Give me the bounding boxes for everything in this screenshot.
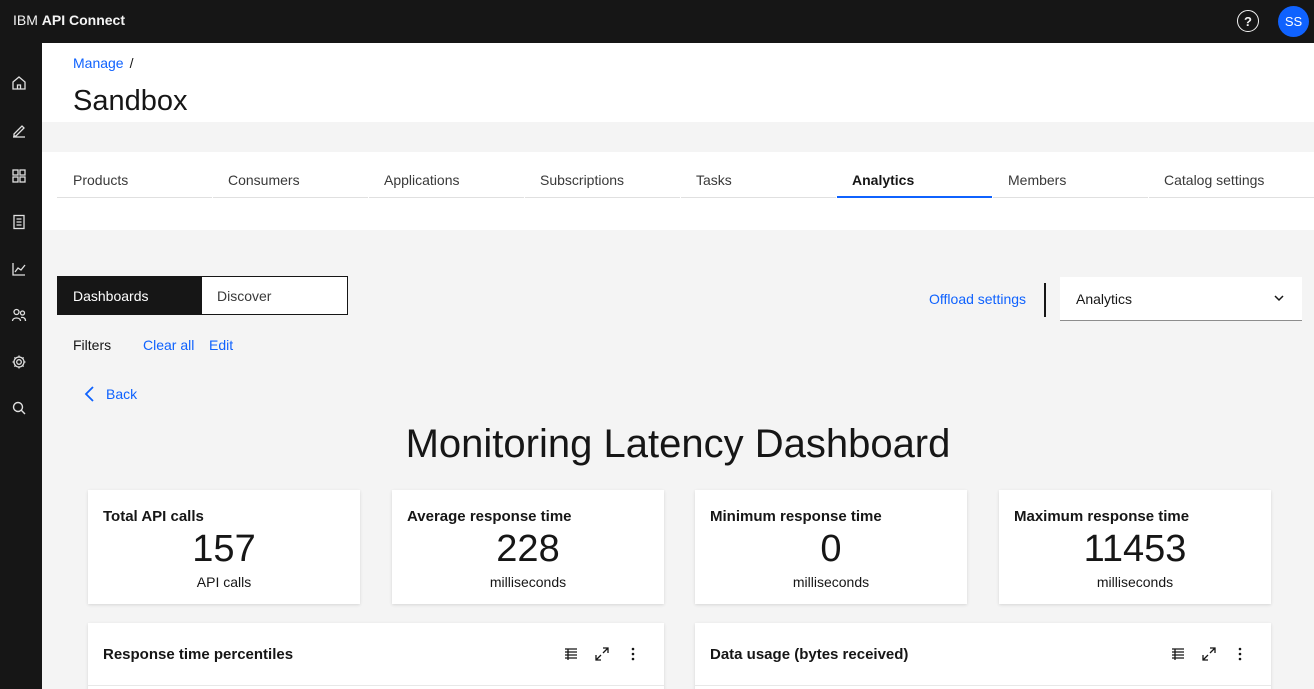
divider xyxy=(1044,283,1046,317)
tab-applications[interactable]: Applications xyxy=(369,152,524,198)
panel-data-usage: Data usage (bytes received) xyxy=(695,623,1271,689)
card-title: Average response time xyxy=(407,508,572,525)
maximize-icon[interactable] xyxy=(594,646,610,662)
tab-label: Tasks xyxy=(696,172,732,188)
users-icon[interactable] xyxy=(10,306,28,324)
service-dropdown[interactable]: Analytics xyxy=(1060,277,1302,321)
card-value: 228 xyxy=(496,528,560,570)
grid-icon[interactable] xyxy=(10,167,28,185)
edit-icon[interactable] xyxy=(10,121,28,139)
filters-label: Filters xyxy=(73,337,112,353)
metric-card-minimum-response-time: Minimum response time 0 milliseconds xyxy=(695,490,967,604)
tab-label: Consumers xyxy=(228,172,300,188)
document-icon[interactable] xyxy=(10,213,28,231)
product-name[interactable]: IBM API Connect xyxy=(13,12,125,28)
card-value: 157 xyxy=(192,528,256,570)
page-title: Sandbox xyxy=(73,85,188,117)
analytics-icon[interactable] xyxy=(10,260,28,278)
card-title: Minimum response time xyxy=(710,508,882,525)
card-title: Maximum response time xyxy=(1014,508,1190,525)
chart-gridline xyxy=(88,685,664,686)
back-label: Back xyxy=(106,386,138,402)
chart-gridline xyxy=(695,685,1271,686)
brand-prefix: IBM xyxy=(13,12,38,28)
search-icon[interactable] xyxy=(10,399,28,417)
tab-analytics[interactable]: Analytics xyxy=(837,152,992,198)
brand-name: API Connect xyxy=(41,12,126,28)
edit-filters-link[interactable]: Edit xyxy=(209,337,233,353)
breadcrumb-manage-link[interactable]: Manage xyxy=(73,55,124,71)
tab-label: Members xyxy=(1008,172,1067,188)
home-icon[interactable] xyxy=(10,74,28,92)
overflow-menu-icon[interactable] xyxy=(1232,646,1248,662)
dashboard-title: Monitoring Latency Dashboard xyxy=(405,422,951,466)
chevron-down-icon xyxy=(1274,295,1284,302)
catalog-tabs: Products Consumers Applications Subscrip… xyxy=(42,152,1314,230)
tab-consumers[interactable]: Consumers xyxy=(213,152,368,198)
maximize-icon[interactable] xyxy=(1201,646,1217,662)
overflow-menu-icon[interactable] xyxy=(625,646,641,662)
tab-label: Subscriptions xyxy=(540,172,625,188)
chevron-left-icon xyxy=(84,386,94,402)
card-unit: milliseconds xyxy=(1096,574,1174,590)
clear-all-link[interactable]: Clear all xyxy=(143,337,194,353)
breadcrumb: Manage / xyxy=(73,55,133,71)
user-avatar[interactable]: SS xyxy=(1278,6,1309,37)
help-icon[interactable]: ? xyxy=(1237,10,1259,32)
tab-products[interactable]: Products xyxy=(57,152,212,198)
breadcrumb-separator: / xyxy=(129,55,134,71)
card-value: 0 xyxy=(820,528,842,570)
data-table-icon[interactable] xyxy=(563,646,579,662)
tab-label: Applications xyxy=(384,172,460,188)
side-nav xyxy=(0,43,42,689)
card-title: Total API calls xyxy=(103,508,204,525)
card-unit: API calls xyxy=(196,574,252,590)
settings-icon[interactable] xyxy=(10,353,28,371)
dashboards-button[interactable]: Dashboards xyxy=(58,277,202,314)
card-unit: milliseconds xyxy=(489,574,567,590)
panel-title: Data usage (bytes received) xyxy=(710,646,909,663)
tab-label: Products xyxy=(73,172,129,188)
data-table-icon[interactable] xyxy=(1170,646,1186,662)
metric-card-maximum-response-time: Maximum response time 11453 milliseconds xyxy=(999,490,1271,604)
metric-card-average-response-time: Average response time 228 milliseconds xyxy=(392,490,664,604)
tab-catalog-settings[interactable]: Catalog settings xyxy=(1149,152,1314,198)
offload-settings-link[interactable]: Offload settings xyxy=(929,291,1026,307)
card-unit: milliseconds xyxy=(792,574,870,590)
top-bar: IBM API Connect ? SS xyxy=(0,0,1314,43)
dropdown-value: Analytics xyxy=(1076,291,1133,307)
view-switcher: Dashboards Discover xyxy=(57,276,348,315)
discover-button[interactable]: Discover xyxy=(202,277,347,314)
back-link[interactable]: Back xyxy=(82,384,137,404)
page-header: Manage / Sandbox xyxy=(42,43,1314,122)
tab-tasks[interactable]: Tasks xyxy=(681,152,836,198)
panel-response-time-percentiles: Response time percentiles xyxy=(88,623,664,689)
tab-members[interactable]: Members xyxy=(993,152,1148,198)
tab-label: Catalog settings xyxy=(1164,172,1265,188)
tab-label: Analytics xyxy=(852,172,915,188)
card-value: 11453 xyxy=(1083,528,1187,570)
tab-subscriptions[interactable]: Subscriptions xyxy=(525,152,680,198)
metric-card-total-api-calls: Total API calls 157 API calls xyxy=(88,490,360,604)
panel-title: Response time percentiles xyxy=(103,646,294,663)
